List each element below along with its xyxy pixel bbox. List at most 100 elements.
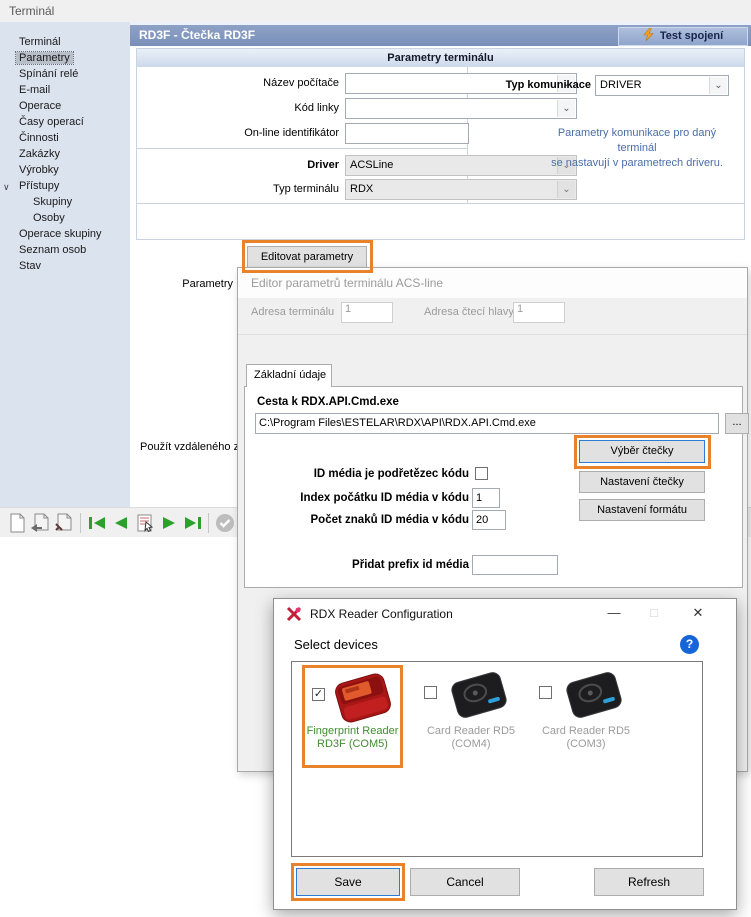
help-icon[interactable]: ? [680, 635, 699, 654]
terminal-address-input[interactable]: 1 [341, 302, 393, 323]
maximize-button: □ [637, 599, 671, 627]
device-card-rd5-com4[interactable]: Card Reader RD5 (COM4) [416, 668, 526, 764]
first-record-icon[interactable] [86, 512, 108, 534]
card-reader-image [442, 668, 516, 722]
lightning-icon [643, 28, 654, 41]
sidebar-tree: Terminál Parametry Spínání relé E-mail O… [0, 22, 130, 508]
sidebar-item-casy-operaci[interactable]: Časy operací [0, 114, 130, 130]
card-reader-image [557, 668, 631, 722]
device-checkbox[interactable] [539, 686, 552, 699]
sidebar-item-skupiny[interactable]: Skupiny [0, 194, 130, 210]
head-address-input[interactable]: 1 [513, 302, 565, 323]
device-card-fingerprint-rd3f[interactable]: ✓ Fingerprint Reader RD3F (COM5) [302, 665, 403, 768]
highlight-save [291, 863, 405, 901]
sidebar-item-vyrobky[interactable]: Výrobky [0, 162, 130, 178]
comm-info-text: Parametry komunikace pro daný terminál s… [537, 126, 737, 171]
parameters-label: Parametry [170, 274, 233, 295]
terminal-type-label: Typ terminálu [143, 179, 339, 200]
online-id-input[interactable] [345, 123, 469, 144]
separator [137, 203, 744, 204]
format-settings-button[interactable]: Nastavení formátu [579, 499, 705, 521]
refresh-button[interactable]: Refresh [594, 868, 704, 896]
browse-records-icon[interactable] [134, 512, 156, 534]
sidebar-item-operace-skupiny[interactable]: Operace skupiny [0, 226, 130, 242]
confirm-icon [214, 512, 236, 534]
fingerprint-reader-image [328, 670, 398, 726]
window-title: Terminál [0, 0, 751, 22]
minimize-button[interactable]: — [597, 599, 631, 627]
prefix-input[interactable] [472, 555, 558, 575]
sidebar-item-osoby[interactable]: Osoby [0, 210, 130, 226]
chevron-down-icon[interactable]: ⌄ [557, 100, 575, 117]
cancel-button[interactable]: Cancel [410, 868, 520, 896]
import-record-icon[interactable] [29, 512, 51, 534]
rdx-dialog-title: RDX Reader Configuration [310, 607, 453, 621]
previous-record-icon[interactable] [110, 512, 132, 534]
sidebar-item-zakazky[interactable]: Zakázky [0, 146, 130, 162]
device-card-rd5-com3[interactable]: Card Reader RD5 (COM3) [531, 668, 641, 764]
device-name: RD3F (COM5) [305, 738, 400, 751]
delete-record-icon[interactable] [52, 512, 74, 534]
head-address-label: Adresa čtecí hlavy [424, 302, 514, 323]
driver-label: Driver [143, 155, 339, 176]
chevron-down-icon: ⌄ [557, 181, 575, 198]
line-code-label: Kód linky [143, 98, 339, 119]
prefix-label: Přidat prefix id média [269, 558, 469, 573]
rdx-reader-config-dialog: RDX Reader Configuration — □ ✕ Select de… [273, 598, 737, 910]
separator [137, 148, 467, 149]
last-record-icon[interactable] [182, 512, 204, 534]
comm-type-combo[interactable]: DRIVER⌄ [595, 75, 729, 96]
substring-label: ID média je podřetězec kódu [269, 467, 469, 482]
sidebar-item-seznam-osob[interactable]: Seznam osob [0, 242, 130, 258]
close-button[interactable]: ✕ [681, 599, 715, 627]
device-checkbox[interactable] [424, 686, 437, 699]
device-checkbox[interactable]: ✓ [312, 688, 325, 701]
sidebar-item-pristupy[interactable]: ∨Přístupy [0, 178, 130, 194]
toolbar-separator [80, 513, 81, 533]
select-devices-label: Select devices [294, 637, 378, 652]
device-name: (COM4) [416, 738, 526, 751]
reader-settings-button[interactable]: Nastavení čtečky [579, 471, 705, 493]
app-logo-icon [286, 606, 302, 622]
chevron-down-icon[interactable]: ∨ [3, 179, 10, 195]
highlight-select-reader [574, 435, 711, 469]
computer-name-label: Název počítače [143, 73, 339, 94]
sidebar-item-stav[interactable]: Stav [0, 258, 130, 274]
device-name: Card Reader RD5 [416, 725, 526, 738]
index-label: Index počátku ID média v kódu [269, 491, 469, 506]
next-record-icon[interactable] [158, 512, 180, 534]
device-name: Card Reader RD5 [531, 725, 641, 738]
sidebar-item-terminal[interactable]: Terminál [0, 34, 130, 50]
device-name: (COM3) [531, 738, 641, 751]
sidebar-item-spinani-rele[interactable]: Spínání relé [0, 66, 130, 82]
device-name: Fingerprint Reader [305, 725, 400, 738]
exe-path-label: Cesta k RDX.API.Cmd.exe [257, 396, 399, 408]
new-record-icon[interactable] [6, 512, 28, 534]
terminal-params-group: Parametry terminálu Název počítače ⌄ Kód… [136, 48, 745, 240]
test-connection-button[interactable]: Test spojení [618, 27, 748, 46]
highlight-edit-params [242, 240, 373, 273]
line-code-combo[interactable]: ⌄ [345, 98, 577, 119]
count-input[interactable]: 20 [472, 510, 506, 530]
browse-button[interactable]: ... [725, 413, 749, 434]
online-id-label: On-line identifikátor [143, 123, 339, 144]
rdx-dialog-titlebar[interactable]: RDX Reader Configuration — □ ✕ [274, 599, 736, 629]
comm-type-label: Typ komunikace [477, 75, 591, 96]
use-remote-label: Použít vzdáleného z [140, 441, 237, 453]
exe-path-input[interactable]: C:\Program Files\ESTELAR\RDX\API\RDX.API… [255, 413, 719, 434]
sidebar-item-operace[interactable]: Operace [0, 98, 130, 114]
separator [238, 334, 747, 335]
index-input[interactable]: 1 [472, 488, 500, 508]
terminal-address-label: Adresa terminálu [251, 302, 334, 323]
chevron-down-icon[interactable]: ⌄ [709, 77, 727, 94]
tab-zakladni-udaje[interactable]: Základní údaje [246, 364, 332, 387]
tab-page: Cesta k RDX.API.Cmd.exe C:\Program Files… [244, 386, 743, 588]
count-label: Počet znaků ID média v kódu [269, 513, 469, 528]
group-title: Parametry terminálu [137, 49, 744, 67]
substring-checkbox[interactable] [475, 467, 488, 480]
sidebar-item-parametry[interactable]: Parametry [0, 50, 130, 66]
terminal-type-combo: RDX⌄ [345, 179, 577, 200]
sidebar-item-cinnosti[interactable]: Činnosti [0, 130, 130, 146]
sidebar-item-email[interactable]: E-mail [0, 82, 130, 98]
device-list: ✓ Fingerprint Reader RD3F (COM5) [291, 661, 703, 857]
